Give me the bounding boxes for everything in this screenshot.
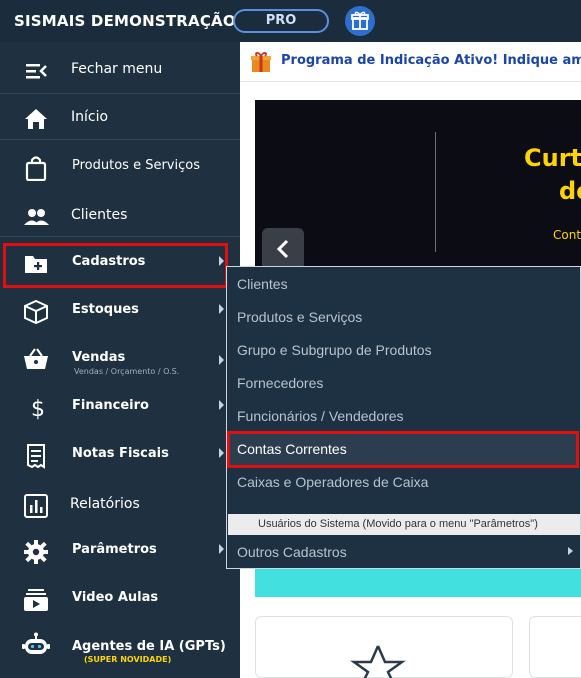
sidebar-item-inicio[interactable]: Início — [0, 95, 240, 141]
chevron-right-icon — [219, 355, 224, 365]
sidebar-item-fechar-menu[interactable]: Fechar menu — [0, 47, 240, 93]
sidebar-item-clientes[interactable]: Clientes — [0, 193, 240, 239]
sidebar-item-label: Vendas — [72, 350, 126, 365]
chevron-right-icon — [568, 547, 573, 555]
highlight-box-contas-correntes — [227, 431, 579, 468]
carousel-divider — [435, 132, 436, 252]
sidebar-item-label: Fechar menu — [71, 61, 163, 77]
basket-icon — [24, 348, 48, 369]
submenu-item-clientes[interactable]: Clientes — [237, 276, 288, 292]
chevron-left-icon — [276, 239, 289, 259]
sidebar-item-parametros[interactable]: Parâmetros — [0, 528, 240, 574]
people-icon — [24, 209, 49, 225]
sidebar-item-video-aulas[interactable]: Video Aulas — [0, 576, 240, 622]
dashboard-card[interactable] — [255, 616, 513, 678]
submenu-item-grupo-subgrupo[interactable]: Grupo e Subgrupo de Produtos — [237, 342, 432, 358]
sidebar-divider — [0, 93, 240, 94]
carousel-prev-button[interactable] — [262, 228, 304, 270]
banner-text: Programa de Indicação Ativo! Indique ami… — [281, 53, 581, 68]
sidebar-item-label: Agentes de IA (GPTs) — [72, 639, 226, 654]
receipt-icon — [27, 444, 45, 469]
submenu-item-outros-cadastros[interactable]: Outros Cadastros — [237, 544, 347, 560]
gear-icon — [24, 540, 48, 564]
sidebar-item-label: Parâmetros — [72, 542, 157, 557]
video-library-icon — [24, 589, 48, 611]
sidebar-item-label: Notas Fiscais — [72, 446, 169, 461]
chevron-right-icon — [219, 448, 224, 458]
carousel-headline: do — [559, 177, 581, 205]
menu-collapse-icon — [26, 64, 47, 79]
sidebar-item-label: Clientes — [71, 207, 128, 223]
referral-banner[interactable]: Programa de Indicação Ativo! Indique ami… — [240, 42, 581, 82]
star-icon — [350, 645, 406, 678]
carousel-subtext: Cont — [553, 228, 581, 242]
sidebar-item-label: Financeiro — [72, 398, 149, 413]
gift-icon — [251, 52, 271, 72]
sidebar-item-relatorios[interactable]: Relatórios — [0, 482, 240, 528]
dashboard-card[interactable] — [529, 616, 581, 678]
chevron-right-icon — [219, 304, 224, 314]
submenu-item-caixas-operadores[interactable]: Caixas e Operadores de Caixa — [237, 474, 428, 490]
sidebar-item-sublabel: Vendas / Orçamento / O.S. — [74, 367, 180, 376]
sidebar-item-agentes-ia[interactable]: Agentes de IA (GPTs) (SUPER NOVIDADE) — [0, 623, 240, 669]
highlight-box-cadastros — [3, 243, 228, 288]
gift-button[interactable] — [345, 6, 375, 36]
gift-icon — [351, 11, 369, 30]
app-title: SISMAIS DEMONSTRAÇÃO — [14, 12, 236, 30]
sidebar-item-notas-fiscais[interactable]: Notas Fiscais — [0, 432, 240, 478]
pro-badge[interactable]: PRO — [233, 9, 329, 33]
sidebar-item-label: Início — [71, 109, 109, 125]
robot-icon — [22, 632, 50, 654]
chevron-right-icon — [219, 400, 224, 410]
sidebar-item-label: Estoques — [72, 302, 139, 317]
shopping-bag-icon — [25, 156, 47, 181]
chevron-right-icon — [219, 544, 224, 554]
submenu-note-usuarios: Usuários do Sistema (Movido para o menu … — [228, 514, 580, 535]
sidebar-item-label: Relatórios — [70, 496, 140, 512]
svg-text:$: $ — [31, 397, 45, 421]
submenu-item-funcionarios[interactable]: Funcionários / Vendedores — [237, 408, 404, 424]
submenu-item-produtos-servicos[interactable]: Produtos e Serviços — [237, 309, 362, 325]
bar-chart-icon — [24, 494, 48, 518]
box-icon — [24, 299, 48, 325]
sidebar-item-vendas[interactable]: Vendas Vendas / Orçamento / O.S. — [0, 335, 240, 381]
sidebar-item-produtos-servicos[interactable]: Produtos e Serviços — [0, 144, 240, 190]
sidebar-item-label: Produtos e Serviços — [72, 158, 200, 173]
cadastros-submenu: Clientes Produtos e Serviços Grupo e Sub… — [226, 266, 581, 569]
sidebar-item-estoques[interactable]: Estoques — [0, 288, 240, 334]
sidebar-item-label: Video Aulas — [72, 590, 159, 605]
dollar-icon: $ — [31, 397, 45, 421]
top-bar: SISMAIS DEMONSTRAÇÃO PRO — [0, 0, 581, 42]
home-icon — [25, 109, 47, 129]
sidebar-item-financeiro[interactable]: $ Financeiro — [0, 384, 240, 430]
new-feature-badge: (SUPER NOVIDADE) — [84, 655, 172, 664]
carousel-headline: Curti — [524, 144, 581, 172]
submenu-item-fornecedores[interactable]: Fornecedores — [237, 375, 323, 391]
